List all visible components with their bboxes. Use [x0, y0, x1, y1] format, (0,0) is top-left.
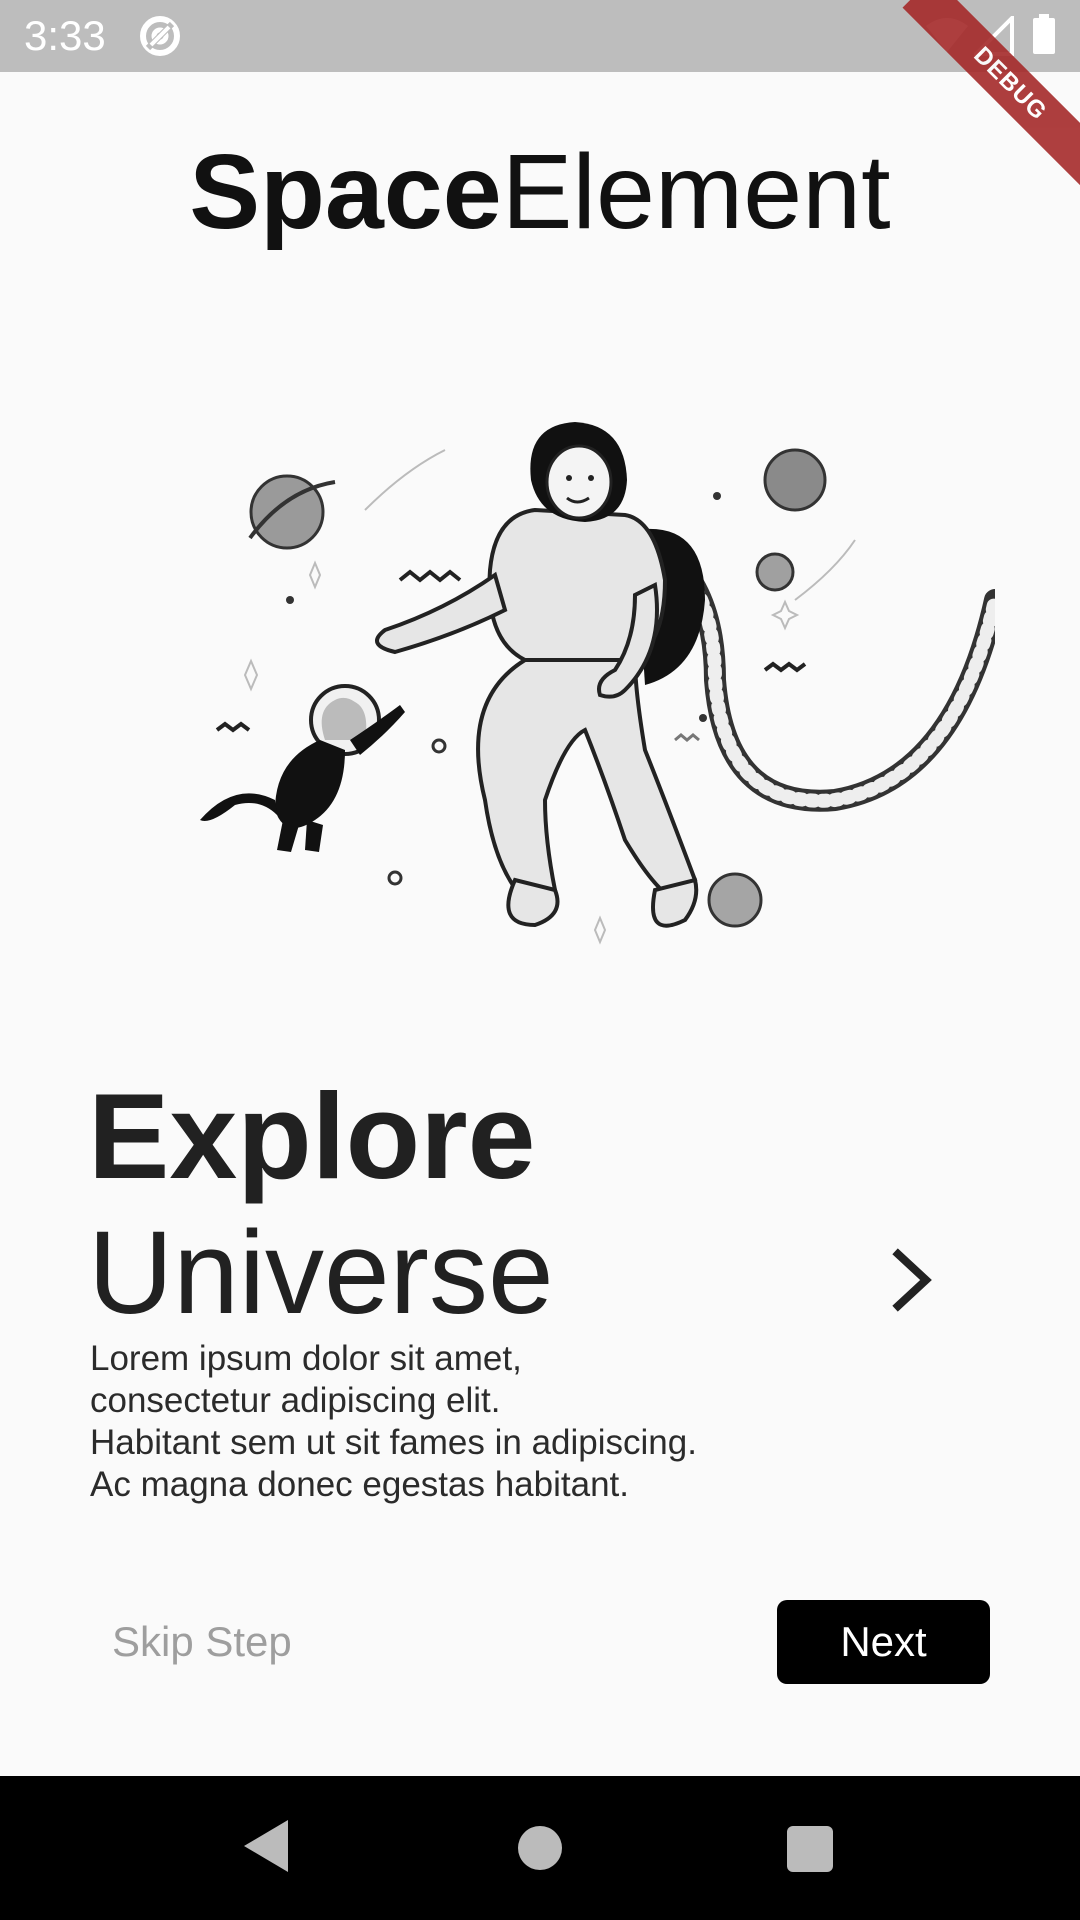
chevron-right-icon[interactable] [890, 1248, 936, 1312]
app-title-light: Element [501, 133, 891, 251]
signal-icon [971, 13, 1014, 61]
app-title: SpaceElement [0, 132, 1080, 252]
ringed-planet-icon [248, 474, 336, 550]
next-button-label: Next [840, 1618, 927, 1665]
small-planet-icon [755, 552, 795, 592]
headline-subtitle: Universe [88, 1207, 554, 1339]
planet-icon [763, 448, 827, 512]
description-line: consectetur adipiscing elit. [90, 1381, 501, 1420]
status-time: 3:33 [24, 12, 106, 59]
cat-icon [200, 684, 405, 852]
battery-icon [1032, 14, 1056, 59]
back-icon[interactable] [244, 1820, 288, 1872]
description-line: Ac magna donec egestas habitant. [90, 1465, 629, 1504]
skip-step-button[interactable]: Skip Step [92, 1612, 312, 1672]
description-line: Lorem ipsum dolor sit amet, [90, 1339, 522, 1378]
description-line: Habitant sem ut sit fames in adipiscing. [90, 1423, 697, 1462]
status-bar: 3:33 [0, 0, 1080, 72]
astronaut-illustration [200, 422, 995, 945]
recents-icon[interactable] [787, 1826, 833, 1872]
headline-title: Explore [88, 1068, 536, 1204]
app-title-bold: Space [189, 133, 502, 251]
onboarding-description: Lorem ipsum dolor sit amet, consectetur … [90, 1338, 850, 1506]
wifi-icon [924, 16, 970, 59]
at-sign-icon [138, 14, 182, 63]
home-icon[interactable] [518, 1826, 562, 1870]
next-button[interactable]: Next [777, 1600, 990, 1684]
